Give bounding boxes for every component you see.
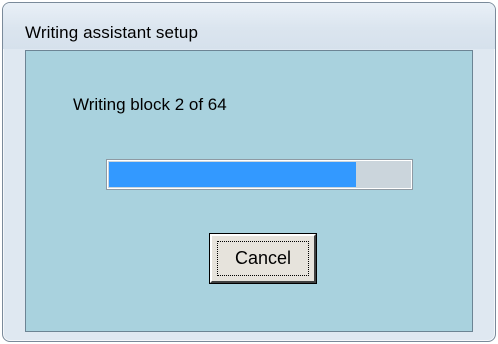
- dialog-client-area: Writing block 2 of 64 Cancel: [25, 50, 473, 332]
- cancel-button[interactable]: Cancel: [210, 234, 316, 283]
- progress-bar-fill: [109, 162, 356, 187]
- progress-bar: [106, 159, 413, 190]
- window-title: Writing assistant setup: [25, 23, 199, 42]
- progress-status-text: Writing block 2 of 64: [73, 95, 227, 114]
- title-bar[interactable]: Writing assistant setup: [3, 3, 495, 49]
- cancel-button-label: Cancel: [234, 248, 292, 268]
- setup-window: Writing assistant setup Writing block 2 …: [2, 2, 496, 342]
